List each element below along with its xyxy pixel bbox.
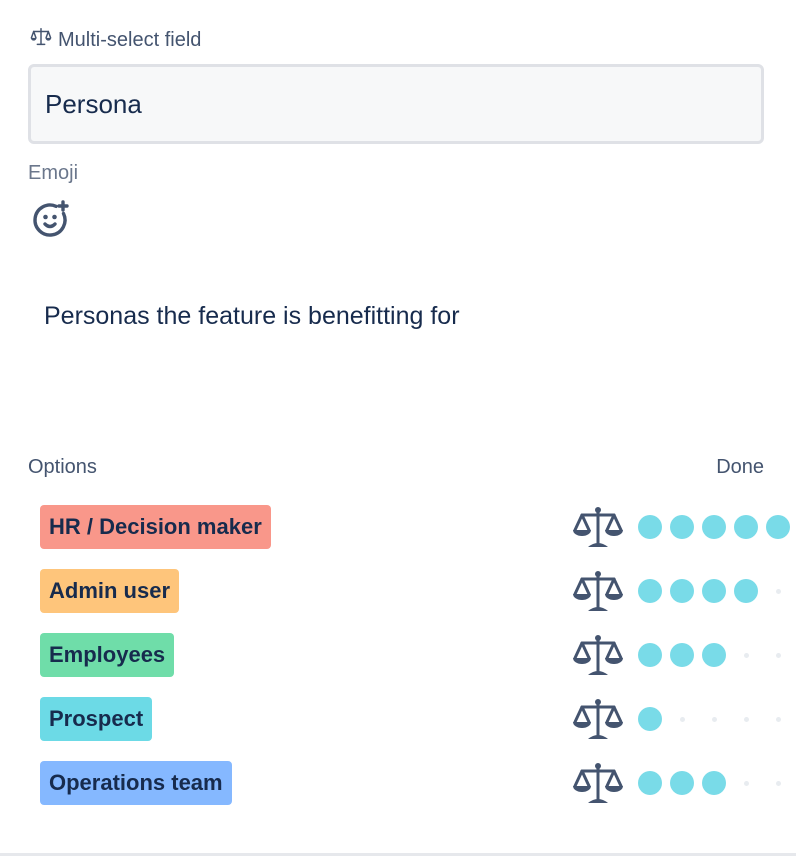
weight-dot-filled[interactable] (766, 515, 790, 539)
weight-dot-empty[interactable] (766, 707, 790, 731)
weight-dot-filled[interactable] (670, 643, 694, 667)
weight-dot-filled[interactable] (702, 643, 726, 667)
field-type-text: Multi-select field (58, 28, 202, 51)
weight-dot-empty[interactable] (766, 643, 790, 667)
weight-dot-filled[interactable] (670, 579, 694, 603)
scale-icon[interactable] (572, 569, 624, 613)
scale-icon[interactable] (572, 697, 624, 741)
weight-dot-filled[interactable] (638, 579, 662, 603)
weight-dot-filled[interactable] (734, 515, 758, 539)
weight-dot-empty[interactable] (734, 771, 758, 795)
weight-dot-empty[interactable] (734, 643, 758, 667)
option-lozenge[interactable]: Employees (40, 633, 175, 677)
field-name-input[interactable] (28, 64, 764, 144)
scale-icon[interactable] (572, 505, 624, 549)
weight-dot-empty[interactable] (734, 707, 758, 731)
weight-dot-filled[interactable] (702, 515, 726, 539)
option-row: HR / Decision maker (40, 505, 796, 569)
weight-dot-empty[interactable] (766, 771, 790, 795)
options-header: Options (28, 456, 97, 478)
option-lozenge[interactable]: Operations team (40, 761, 232, 805)
options-list: HR / Decision maker Admin user Employees… (40, 505, 796, 825)
weight-dot-filled[interactable] (734, 579, 758, 603)
weight-dot-empty[interactable] (670, 707, 694, 731)
scale-icon[interactable] (572, 633, 624, 677)
scale-icon[interactable] (572, 761, 624, 805)
weight-dot-filled[interactable] (670, 515, 694, 539)
weight-dot-filled[interactable] (638, 771, 662, 795)
add-emoji-icon[interactable] (30, 198, 74, 242)
option-row: Operations team (40, 761, 796, 825)
weight-dot-filled[interactable] (638, 643, 662, 667)
weight-dot-empty[interactable] (702, 707, 726, 731)
scale-icon (30, 26, 52, 54)
weight-dot-filled[interactable] (638, 707, 662, 731)
done-button[interactable]: Done (716, 456, 764, 479)
weight-dot-filled[interactable] (638, 515, 662, 539)
option-lozenge[interactable]: HR / Decision maker (40, 505, 271, 549)
emoji-label: Emoji (28, 162, 79, 184)
option-row: Prospect (40, 697, 796, 761)
option-row: Admin user (40, 569, 796, 633)
field-type-label: Multi-select field (30, 26, 201, 54)
weight-dot-filled[interactable] (702, 579, 726, 603)
weight-dot-filled[interactable] (702, 771, 726, 795)
weight-dot-empty[interactable] (766, 579, 790, 603)
option-lozenge[interactable]: Admin user (40, 569, 180, 613)
weight-dot-filled[interactable] (670, 771, 694, 795)
field-description[interactable]: Personas the feature is benefitting for (44, 302, 460, 331)
option-row: Employees (40, 633, 796, 697)
option-lozenge[interactable]: Prospect (40, 697, 153, 741)
